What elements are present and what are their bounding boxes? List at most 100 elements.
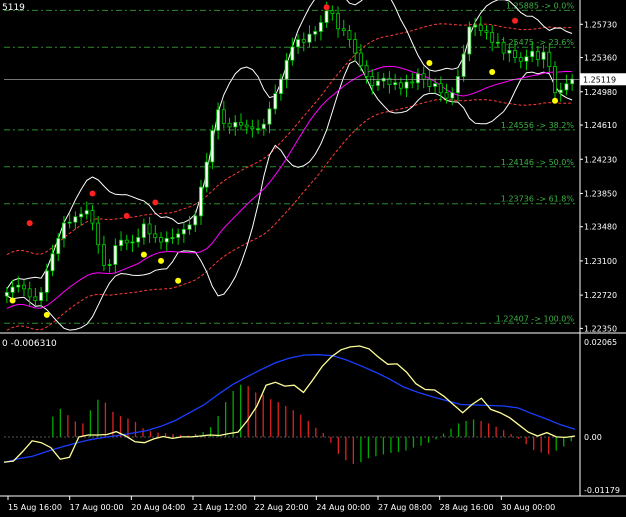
candle-body bbox=[176, 233, 181, 238]
fractal-down-dot bbox=[9, 297, 16, 304]
candle-body bbox=[381, 77, 386, 82]
candle-body bbox=[501, 41, 506, 54]
candle-body bbox=[284, 59, 289, 80]
time-tick-label: 20 Aug 04:00 bbox=[131, 503, 185, 512]
candle-body bbox=[490, 32, 495, 43]
price-tick-label: 1.23100 bbox=[584, 257, 617, 266]
candle-body bbox=[438, 83, 443, 94]
price-tick-label: 1.23850 bbox=[584, 189, 617, 198]
fractal-down-dot bbox=[43, 311, 50, 318]
candle-body bbox=[181, 228, 186, 235]
fractal-down-dot bbox=[158, 257, 165, 264]
candle-body bbox=[124, 239, 129, 244]
current-price-label: 1.25119 bbox=[583, 75, 616, 84]
fractal-up-dot bbox=[26, 220, 33, 227]
fractal-up-dot bbox=[89, 190, 96, 197]
candle-body bbox=[364, 65, 369, 77]
candle-body bbox=[450, 92, 455, 99]
candle-body bbox=[541, 51, 546, 60]
candle-body bbox=[153, 233, 158, 238]
fractal-up-dot bbox=[123, 212, 130, 219]
candle-body bbox=[136, 237, 141, 243]
time-tick-label: 17 Aug 00:00 bbox=[70, 503, 124, 512]
time-tick-label: 15 Aug 16:00 bbox=[8, 503, 62, 512]
candle-body bbox=[33, 296, 38, 301]
candle-body bbox=[73, 216, 78, 223]
candle-body bbox=[256, 128, 260, 131]
candle-body bbox=[410, 81, 415, 84]
fib-label: 1.22407 -> 100.0% bbox=[496, 314, 575, 323]
candle-body bbox=[187, 224, 192, 230]
chart-root: 1.25885 -> 0.0% 1.25475 -> 23.6% 1.24556 -… bbox=[0, 0, 626, 517]
main-pane-label: 5119 bbox=[2, 3, 25, 13]
candle-body bbox=[159, 237, 163, 243]
candle-body bbox=[278, 78, 283, 94]
price-tick-label: 1.22350 bbox=[584, 324, 617, 333]
candle-body bbox=[238, 122, 243, 126]
candle-body bbox=[415, 73, 420, 84]
candle-body bbox=[393, 82, 398, 86]
candle-body bbox=[261, 123, 266, 130]
candle-body bbox=[478, 24, 483, 32]
candle-body bbox=[461, 53, 466, 77]
candle-body bbox=[273, 93, 278, 110]
candle-body bbox=[495, 41, 500, 44]
candle-body bbox=[318, 22, 323, 32]
oscillator-tick-label: -0.01179 bbox=[584, 486, 620, 495]
fractal-down-dot bbox=[140, 251, 147, 258]
candle-body bbox=[347, 30, 352, 41]
candle-body bbox=[341, 28, 346, 31]
candle-body bbox=[313, 31, 318, 35]
candle-body bbox=[221, 109, 226, 124]
candle-body bbox=[467, 26, 472, 55]
fractal-up-dot bbox=[512, 17, 519, 24]
candle-body bbox=[558, 89, 563, 94]
candle-body bbox=[518, 57, 523, 62]
candle-body bbox=[119, 239, 123, 246]
candle-body bbox=[324, 10, 329, 23]
candle-body bbox=[16, 284, 21, 288]
candle-body bbox=[358, 52, 363, 67]
candle-body bbox=[107, 264, 112, 266]
candle-body bbox=[67, 221, 72, 224]
candle-body bbox=[570, 78, 575, 85]
candle-body bbox=[484, 30, 489, 33]
time-tick-label: 27 Aug 08:00 bbox=[378, 503, 432, 512]
candle-body bbox=[27, 288, 32, 298]
candle-body bbox=[444, 92, 449, 99]
fib-label: 1.24146 -> 50.0% bbox=[501, 158, 575, 167]
candle-body bbox=[84, 210, 89, 215]
candle-body bbox=[113, 245, 118, 265]
candle-body bbox=[307, 33, 312, 43]
time-tick-label: 28 Aug 16:00 bbox=[440, 503, 494, 512]
fractal-down-dot bbox=[426, 59, 433, 66]
candle-body bbox=[244, 124, 249, 128]
price-tick-label: 1.24980 bbox=[584, 88, 617, 97]
candle-body bbox=[227, 122, 232, 128]
oscillator-pane-label: 0 -0.006310 bbox=[2, 339, 57, 349]
price-tick-label: 1.24230 bbox=[584, 155, 617, 164]
price-tick-label: 1.25730 bbox=[584, 20, 617, 29]
candle-body bbox=[21, 284, 26, 290]
time-tick-label: 22 Aug 20:00 bbox=[255, 503, 309, 512]
candle-body bbox=[370, 76, 375, 86]
candle-body bbox=[564, 83, 569, 91]
candle-body bbox=[210, 130, 215, 163]
candle-body bbox=[50, 253, 55, 272]
candle-body bbox=[90, 210, 95, 224]
candle-body bbox=[398, 82, 403, 89]
fractal-up-dot bbox=[152, 199, 159, 206]
time-tick-label: 24 Aug 00:00 bbox=[316, 503, 370, 512]
fractal-down-dot bbox=[489, 68, 496, 75]
candle-body bbox=[427, 78, 432, 87]
candle-body bbox=[250, 126, 255, 130]
candle-body bbox=[193, 215, 198, 226]
fib-label: 1.25885 -> 0.0% bbox=[506, 1, 574, 10]
candle-body bbox=[4, 291, 9, 297]
candle-body bbox=[336, 13, 340, 30]
candle-body bbox=[44, 270, 49, 293]
candle-body bbox=[39, 291, 43, 301]
fib-label: 1.24556 -> 38.2% bbox=[501, 121, 575, 130]
candle-body bbox=[170, 237, 175, 239]
candle-body bbox=[507, 50, 512, 54]
